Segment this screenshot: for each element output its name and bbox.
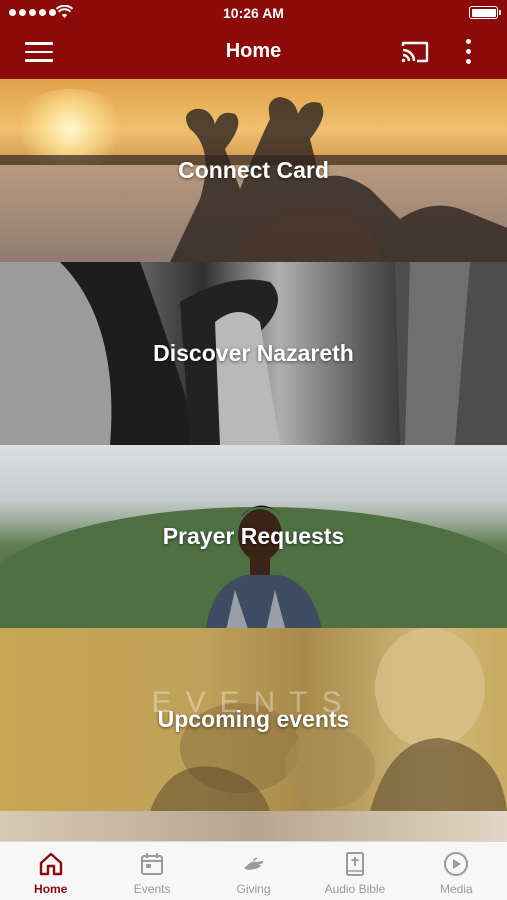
more-options-icon[interactable] — [463, 39, 473, 67]
tab-audio-bible[interactable]: Audio Bible — [304, 842, 405, 900]
home-icon — [39, 852, 62, 876]
tile-label: Upcoming events — [157, 706, 350, 732]
app-bar: 10:26 AM Home — [0, 0, 507, 79]
battery-icon — [469, 6, 501, 19]
page-title: Home — [225, 40, 282, 62]
status-time: 10:26 AM — [223, 5, 284, 21]
tab-label: Home — [34, 882, 68, 896]
tab-label: Giving — [236, 882, 271, 896]
tile-label: Connect Card — [178, 157, 329, 183]
tab-home[interactable]: Home — [0, 842, 101, 900]
tile-discover-nazareth[interactable]: Discover Nazareth — [0, 262, 507, 445]
tab-label: Events — [133, 882, 171, 896]
tile-upcoming-events[interactable]: EVENTS Upcoming events — [0, 628, 507, 811]
tab-label: Media — [439, 882, 473, 896]
home-tiles: Connect Card Discover Nazareth Prayer Re… — [0, 79, 507, 841]
tile-connect-card[interactable]: Connect Card — [0, 79, 507, 262]
tile-partial-next[interactable] — [0, 811, 507, 841]
tab-giving[interactable]: Giving — [203, 842, 304, 900]
tile-label: Discover Nazareth — [153, 340, 354, 366]
bottom-tab-bar: Home Events Giving Audio Bible Media — [0, 841, 507, 900]
status-bar: 10:26 AM — [0, 0, 507, 26]
tab-media[interactable]: Media — [406, 842, 507, 900]
tile-prayer-requests[interactable]: Prayer Requests — [0, 445, 507, 628]
play-circle-icon — [444, 852, 469, 876]
bible-icon — [345, 852, 364, 876]
tile-label: Prayer Requests — [162, 523, 345, 549]
nav-bar: Home — [0, 26, 507, 79]
tab-events[interactable]: Events — [101, 842, 202, 900]
tab-label: Audio Bible — [324, 882, 386, 896]
giving-hand-icon — [243, 857, 263, 870]
cast-icon[interactable] — [400, 40, 430, 64]
calendar-icon — [141, 853, 164, 875]
menu-icon[interactable] — [25, 42, 53, 62]
praying-man-photo — [205, 505, 322, 628]
